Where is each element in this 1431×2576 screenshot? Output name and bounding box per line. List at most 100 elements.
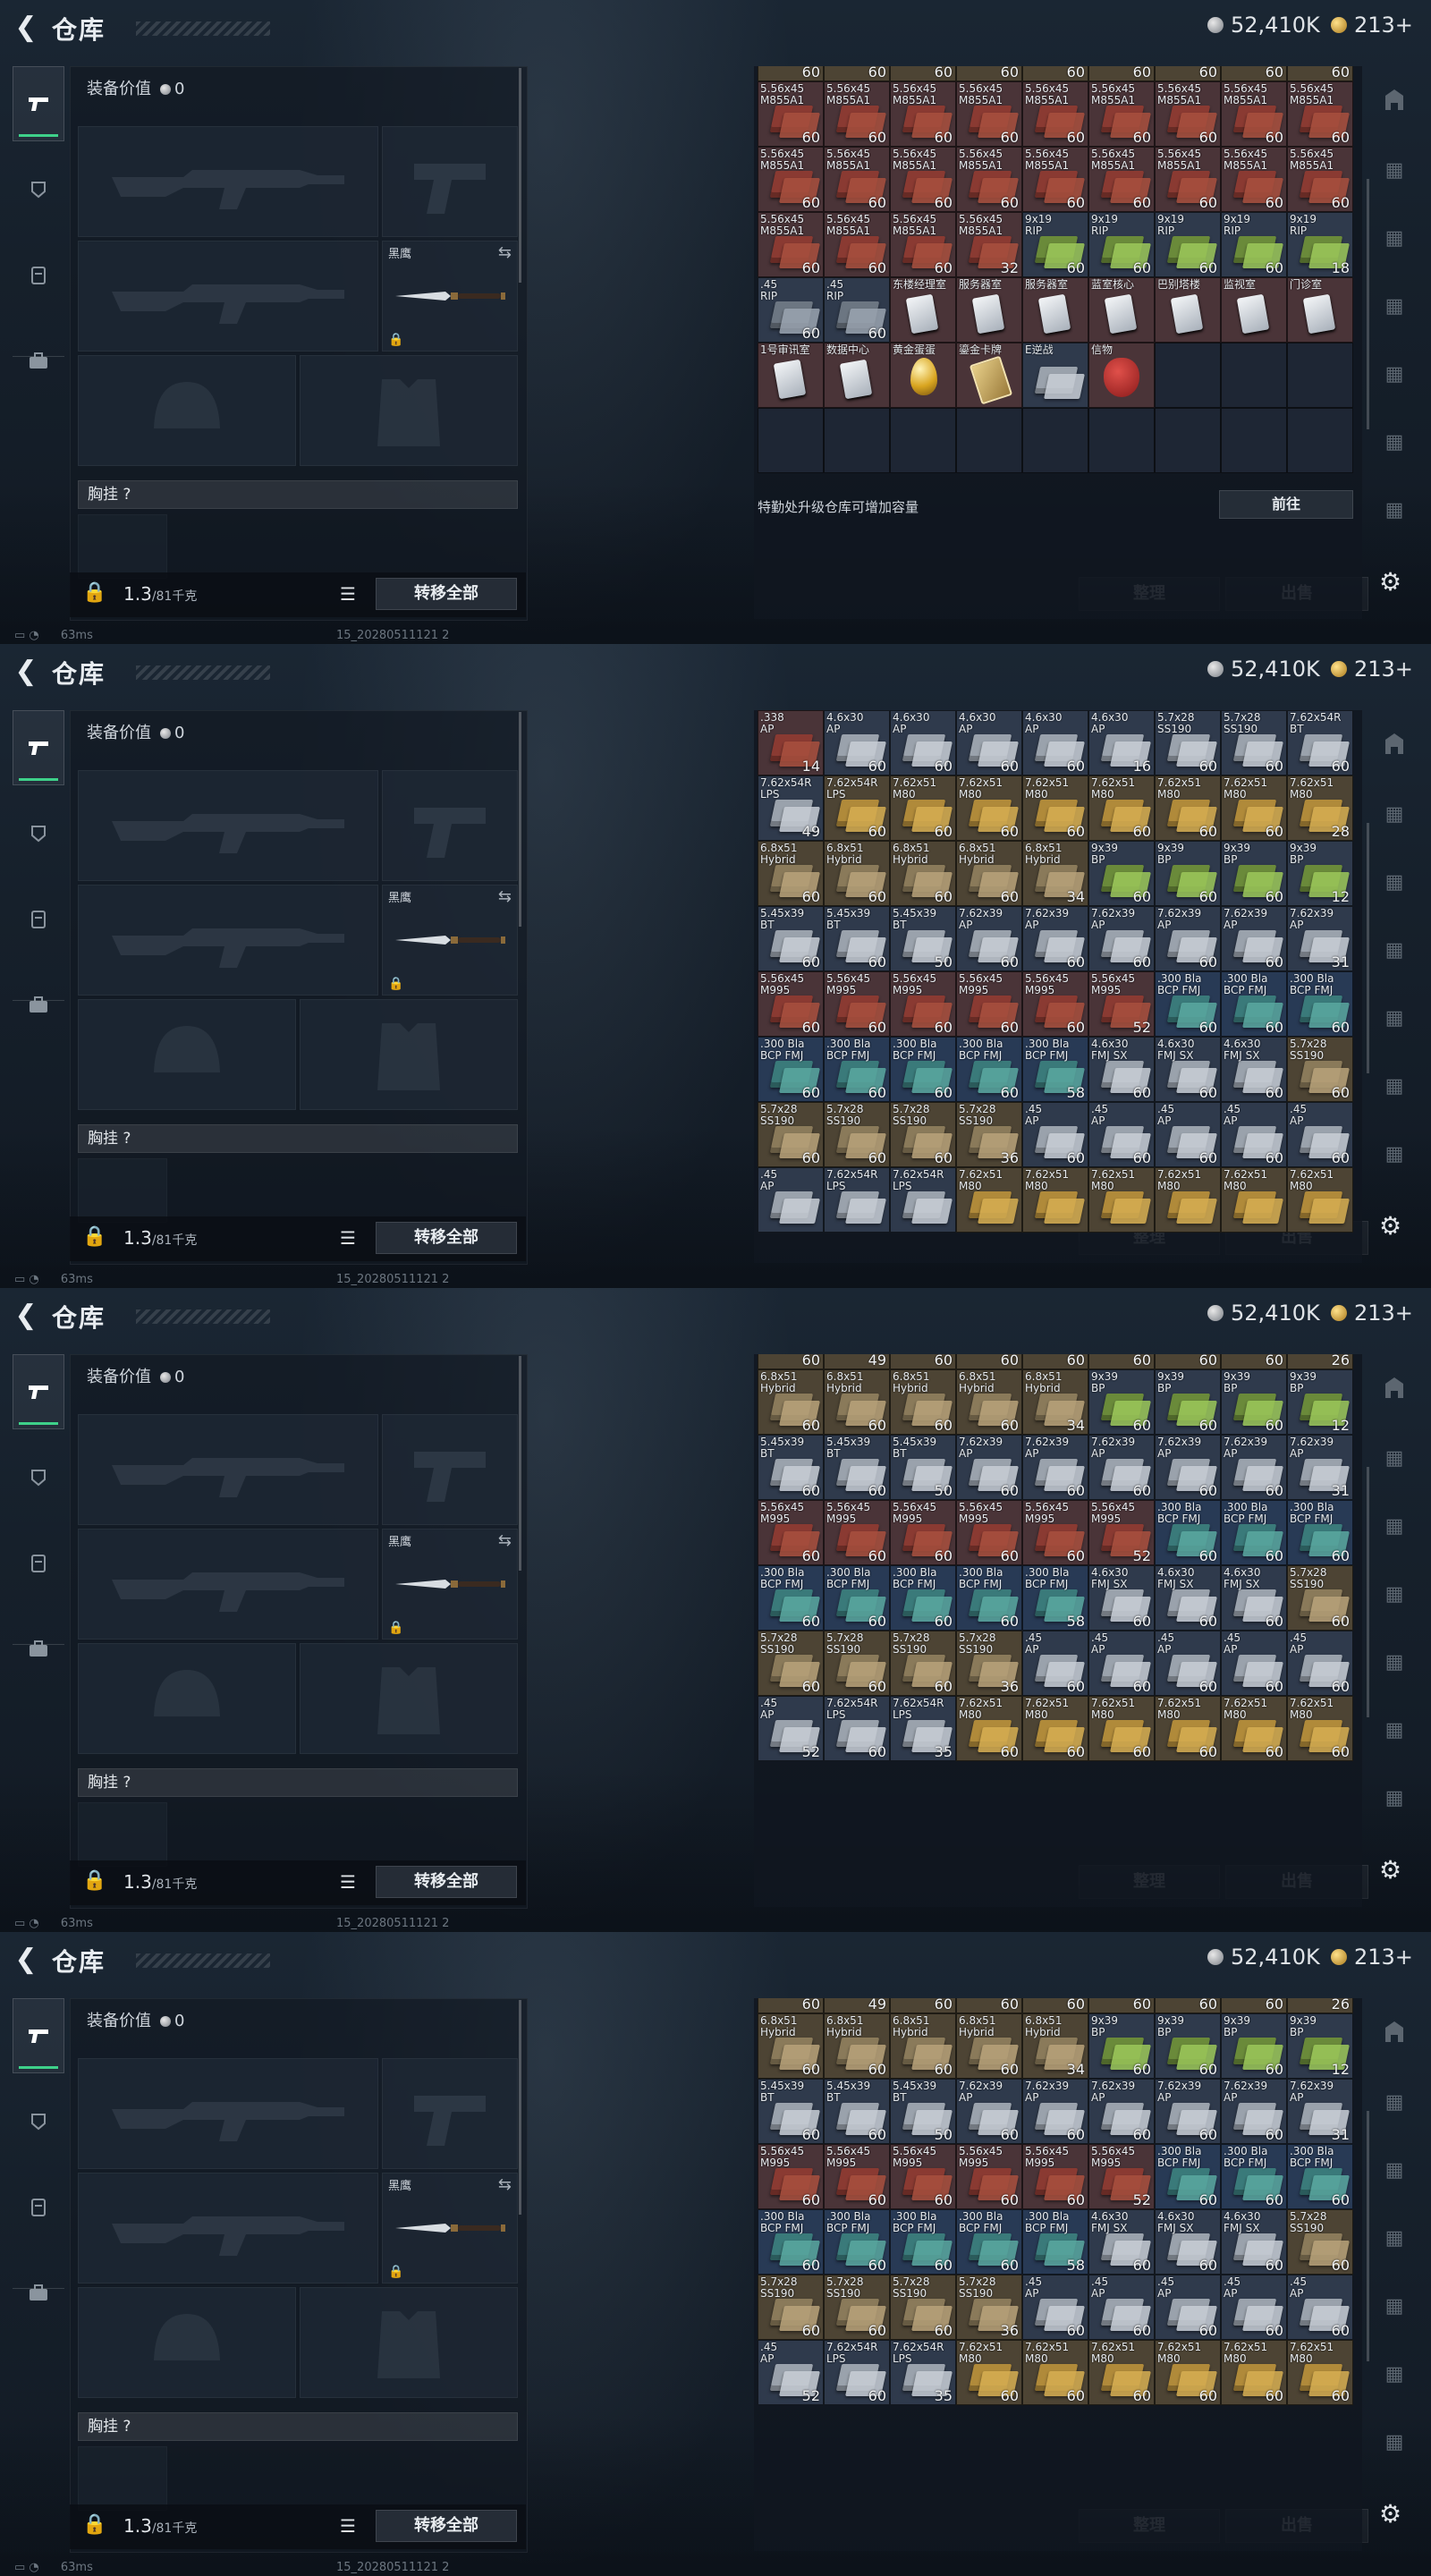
list-icon[interactable]: ☰ [340, 2515, 356, 2537]
stash-item-cell[interactable]: .45 AP 60 [1088, 1631, 1155, 1696]
stash-item-cell[interactable]: .45 AP 60 [1088, 2275, 1155, 2340]
stash-item-cell[interactable]: 5.56x45 M855A1 60 [758, 212, 824, 277]
stash-item-cell[interactable]: 7.62x51 M80 [1022, 1167, 1088, 1233]
stash-item-cell[interactable]: 7.62x39 AP 60 [1022, 906, 1088, 971]
stash-item-cell[interactable]: 门诊室 [1287, 277, 1353, 343]
stash-item-cell[interactable]: 60 [758, 66, 824, 81]
stash-tab-3-icon[interactable]: ▦ [1377, 866, 1411, 900]
stash-item-cell[interactable]: 60 [1022, 66, 1088, 81]
stash-item-cell[interactable]: 5.45x39 BT 50 [890, 1435, 956, 1500]
stash-item-cell[interactable]: 5.7x28 SS190 36 [956, 1102, 1022, 1167]
stash-item-cell[interactable]: 5.56x45 M995 60 [890, 1500, 956, 1565]
stash-item-cell[interactable]: 7.62x39 AP 60 [1221, 1435, 1287, 1500]
stash-item-cell[interactable]: 5.56x45 M855A1 60 [1221, 81, 1287, 147]
stash-item-cell[interactable]: 6.8x51 Hybrid 60 [956, 2013, 1022, 2079]
stash-item-cell[interactable]: .45 AP [758, 1167, 824, 1233]
nav-weapons-icon[interactable] [13, 710, 64, 785]
stash-item-cell[interactable]: 4.6x30 FMJ SX 60 [1088, 2209, 1155, 2275]
stash-item-cell[interactable]: 7.62x51 M80 60 [1088, 1696, 1155, 1761]
armor-slot[interactable] [300, 2287, 518, 2398]
stash-item-cell[interactable]: 5.7x28 SS190 60 [1221, 710, 1287, 775]
sidearm-slot[interactable] [382, 1414, 518, 1525]
stash-item-cell[interactable]: .45 AP 60 [1088, 1102, 1155, 1167]
stash-item-cell[interactable]: 7.62x51 M80 [1155, 1167, 1221, 1233]
stash-item-cell[interactable]: 5.56x45 M995 60 [956, 2144, 1022, 2209]
stash-item-cell[interactable]: 60 [1088, 66, 1155, 81]
stash-item-cell[interactable]: 5.7x28 SS190 60 [890, 2275, 956, 2340]
stash-item-cell[interactable]: 60 [758, 1354, 824, 1369]
stash-item-cell[interactable]: .45 AP 52 [758, 1696, 824, 1761]
stash-item-cell[interactable]: .300 Bla BCP FMJ 60 [1287, 971, 1353, 1037]
stash-item-cell[interactable]: 6.8x51 Hybrid 60 [758, 841, 824, 906]
stash-item-cell[interactable]: 60 [1287, 66, 1353, 81]
secondary-weapon-slot[interactable] [78, 2173, 378, 2284]
stash-item-cell[interactable]: 7.62x51 M80 60 [1155, 775, 1221, 841]
stash-item-cell[interactable]: 5.45x39 BT 60 [824, 2079, 890, 2144]
stash-item-cell[interactable]: 7.62x51 M80 60 [1287, 1696, 1353, 1761]
stash-tab-6-icon[interactable]: ▦ [1377, 1070, 1411, 1104]
stash-item-cell[interactable]: 7.62x39 AP 60 [1088, 906, 1155, 971]
stash-item-cell[interactable]: 5.45x39 BT 60 [758, 2079, 824, 2144]
stash-item-cell[interactable]: 5.7x28 SS190 60 [824, 2275, 890, 2340]
stash-item-cell[interactable]: .300 Bla BCP FMJ 60 [1287, 1500, 1353, 1565]
stash-item-cell[interactable]: 5.56x45 M995 60 [956, 971, 1022, 1037]
melee-slot[interactable]: 黑鹰 ⇆ 🔒 [382, 241, 518, 352]
stash-item-cell[interactable]: .300 Bla BCP FMJ 58 [1022, 2209, 1088, 2275]
stash-item-cell[interactable]: 5.56x45 M995 60 [758, 2144, 824, 2209]
stash-item-cell[interactable]: 5.56x45 M995 60 [1022, 2144, 1088, 2209]
stash-item-cell[interactable]: 5.56x45 M995 60 [824, 1500, 890, 1565]
stash-item-cell[interactable]: 5.56x45 M995 60 [1022, 1500, 1088, 1565]
stash-item-cell[interactable]: 49 [824, 1998, 890, 2013]
stash-item-cell[interactable]: 9x39 BP 60 [1221, 841, 1287, 906]
stash-item-cell[interactable]: 60 [1221, 1354, 1287, 1369]
empty-stash-cell[interactable] [1022, 408, 1088, 473]
stash-item-cell[interactable]: 4.6x30 FMJ SX 60 [1221, 1565, 1287, 1631]
helmet-slot[interactable] [78, 1643, 296, 1754]
stash-item-cell[interactable]: 7.62x51 M80 60 [1088, 775, 1155, 841]
stash-item-cell[interactable]: .300 Bla BCP FMJ 60 [1221, 971, 1287, 1037]
chest-rig-bar[interactable]: 胸挂 ? [78, 480, 518, 509]
stash-scrollbar[interactable] [1367, 1467, 1369, 1717]
stash-item-cell[interactable]: 7.62x51 M80 [956, 1167, 1022, 1233]
stash-item-cell[interactable]: 7.62x39 AP 60 [956, 1435, 1022, 1500]
stash-item-cell[interactable]: .300 Bla BCP FMJ 58 [1022, 1037, 1088, 1102]
empty-stash-cell[interactable] [956, 408, 1022, 473]
stash-item-cell[interactable]: 东楼经理室 [890, 277, 956, 343]
stash-item-cell[interactable]: .300 Bla BCP FMJ 60 [824, 1037, 890, 1102]
stash-item-cell[interactable]: 60 [956, 66, 1022, 81]
stash-item-cell[interactable]: 5.56x45 M855A1 60 [1022, 81, 1088, 147]
stash-item-cell[interactable]: 9x19 RIP 60 [1022, 212, 1088, 277]
stash-item-cell[interactable]: 5.7x28 SS190 60 [758, 2275, 824, 2340]
stash-item-cell[interactable]: 5.56x45 M855A1 60 [758, 147, 824, 212]
empty-stash-cell[interactable] [1155, 408, 1221, 473]
empty-stash-cell[interactable] [1221, 343, 1287, 408]
stash-tab-5-icon[interactable]: ▦ [1377, 2290, 1411, 2324]
stash-tab-4-icon[interactable]: ▦ [1377, 2222, 1411, 2256]
stash-item-cell[interactable]: 5.56x45 M995 60 [890, 971, 956, 1037]
stash-item-cell[interactable]: 9x39 BP 60 [1088, 1369, 1155, 1435]
stash-item-cell[interactable]: .338 AP 14 [758, 710, 824, 775]
stash-item-cell[interactable]: 5.7x28 SS190 60 [890, 1631, 956, 1696]
stash-item-cell[interactable]: 5.56x45 M855A1 60 [890, 212, 956, 277]
chest-rig-bar[interactable]: 胸挂 ? [78, 1768, 518, 1797]
stash-item-cell[interactable]: 7.62x39 AP 31 [1287, 906, 1353, 971]
list-icon[interactable]: ☰ [340, 1227, 356, 1249]
secondary-weapon-slot[interactable] [78, 885, 378, 996]
nav-armor-icon[interactable] [13, 2084, 64, 2159]
stash-item-cell[interactable]: 7.62x51 M80 [1221, 1167, 1287, 1233]
stash-item-cell[interactable]: 7.62x54R BT 60 [1287, 710, 1353, 775]
stash-item-cell[interactable]: .45 AP 60 [1287, 2275, 1353, 2340]
stash-item-cell[interactable]: 5.56x45 M855A1 60 [1155, 147, 1221, 212]
stash-item-cell[interactable]: 60 [1221, 1998, 1287, 2013]
stash-item-cell[interactable]: .45 AP 60 [1221, 2275, 1287, 2340]
stash-item-cell[interactable]: 4.6x30 FMJ SX 60 [1088, 1565, 1155, 1631]
stash-item-cell[interactable]: 6.8x51 Hybrid 60 [890, 2013, 956, 2079]
stash-item-cell[interactable]: 7.62x54R LPS 60 [824, 2340, 890, 2405]
armor-slot[interactable] [300, 1643, 518, 1754]
stash-item-cell[interactable]: 监视室 [1221, 277, 1287, 343]
gear-icon[interactable]: ⚙ [1379, 567, 1401, 597]
stash-item-cell[interactable]: 5.56x45 M855A1 32 [956, 212, 1022, 277]
stash-item-cell[interactable]: 服务器室 [956, 277, 1022, 343]
lock-icon[interactable]: 🔒 [82, 581, 106, 604]
stash-item-cell[interactable]: 7.62x51 M80 60 [956, 1696, 1022, 1761]
